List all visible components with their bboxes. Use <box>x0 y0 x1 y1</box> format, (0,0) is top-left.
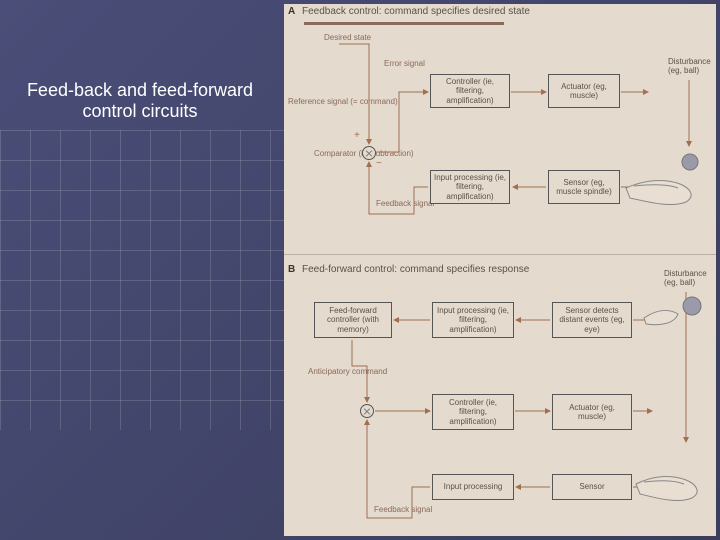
anticipatory-label: Anticipatory command <box>308 368 387 377</box>
ff-controller-box: Feed-forward controller (with memory) <box>314 302 392 338</box>
input-box-a: Input processing (ie, filtering, amplifi… <box>430 170 510 204</box>
panel-a-accent <box>304 22 504 25</box>
disturbance-label-a: Disturbance (eg, ball) <box>668 58 716 76</box>
sensor-box-b: Sensor <box>552 474 632 500</box>
comparator-node-b <box>360 404 374 418</box>
controller-box-a: Controller (ie, filtering, amplification… <box>430 74 510 108</box>
hand-arm-b <box>634 444 716 514</box>
feedback-label-b: Feedback signal <box>374 506 432 515</box>
panel-b-letter: B <box>288 264 295 275</box>
plus-sign: + <box>354 130 360 141</box>
sensor-box-a: Sensor (eg, muscle spindle) <box>548 170 620 204</box>
eye-arm-b <box>642 284 712 340</box>
ff-sensor-box: Sensor detects distant events (eg, eye) <box>552 302 632 338</box>
desired-state-label: Desired state <box>324 34 371 43</box>
panel-divider <box>284 254 716 255</box>
reference-label: Reference signal (= command) <box>288 98 398 107</box>
minus-sign: − <box>376 158 382 169</box>
feedback-label-a: Feedback signal <box>376 200 434 209</box>
panel-a-letter: A <box>288 6 295 17</box>
panel-a: A Feedback control: command specifies de… <box>284 4 716 248</box>
arm-illustration-a <box>624 144 716 224</box>
panel-b: B Feed-forward control: command specifie… <box>284 262 716 534</box>
actuator-box-a: Actuator (eg, muscle) <box>548 74 620 108</box>
panel-b-title: Feed-forward control: command specifies … <box>302 264 529 275</box>
controller-box-b: Controller (ie, filtering, amplification… <box>432 394 514 430</box>
panel-b-header: B Feed-forward control: command specifie… <box>288 264 529 275</box>
background-grid <box>0 130 310 430</box>
figure-container: A Feedback control: command specifies de… <box>284 4 716 536</box>
ff-input-box: Input processing (ie, filtering, amplifi… <box>432 302 514 338</box>
panel-a-title: Feedback control: command specifies desi… <box>302 6 530 17</box>
comparator-node-a <box>362 146 376 160</box>
input-box-b: Input processing <box>432 474 514 500</box>
actuator-box-b: Actuator (eg, muscle) <box>552 394 632 430</box>
error-label: Error signal <box>384 60 425 69</box>
panel-a-header: A Feedback control: command specifies de… <box>288 6 530 17</box>
slide-title: Feed-back and feed-forward control circu… <box>10 80 270 122</box>
